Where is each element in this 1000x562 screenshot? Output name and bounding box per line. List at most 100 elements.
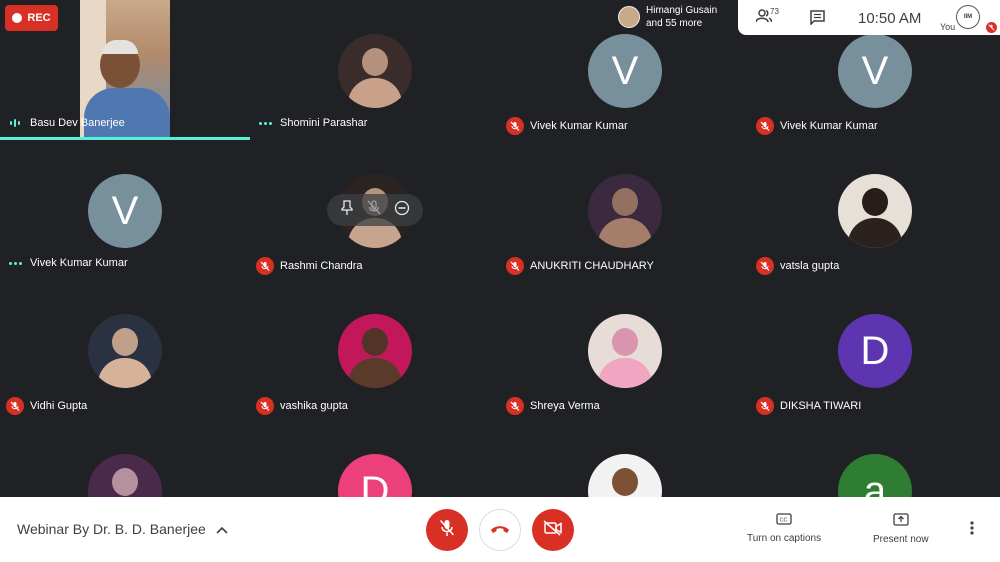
participant-label: Basu Dev Banerjee [6, 117, 125, 129]
participant-tile[interactable] [0, 420, 250, 497]
participant-tile[interactable]: Shomini Parashar [250, 0, 500, 140]
participant-tile[interactable]: vashika gupta [250, 280, 500, 420]
you-avatar[interactable]: IIM [956, 5, 980, 29]
meeting-details[interactable]: Webinar By Dr. B. D. Banerjee [17, 521, 228, 537]
hang-up-icon [490, 521, 510, 539]
you-avatar-text: IIM [963, 14, 973, 20]
remove-icon[interactable] [394, 200, 410, 221]
participant-initial-avatar: V [88, 174, 162, 248]
participant-label: Vivek Kumar Kumar [506, 117, 628, 135]
participant-tile[interactable]: D [250, 420, 500, 497]
participant-label: Vivek Kumar Kumar [6, 257, 128, 269]
speaking-indicator-icon [6, 119, 24, 127]
chat-icon[interactable] [810, 10, 825, 30]
svg-text:CC: CC [780, 518, 788, 524]
clock: 10:50 AM [858, 10, 922, 27]
participant-name: DIKSHA TIWARI [780, 400, 862, 412]
mic-off-icon [256, 257, 274, 275]
participant-initial-avatar: a [838, 454, 912, 497]
top-toolbar: 73 10:50 AM You IIM [738, 0, 1000, 35]
participant-photo-avatar [588, 174, 662, 248]
leave-call-button[interactable] [479, 509, 521, 551]
audio-indicator-icon [6, 261, 24, 265]
microphone-toggle-button[interactable] [426, 509, 468, 551]
bottom-bar: Webinar By Dr. B. D. Banerjee CC Turn on… [0, 497, 1000, 562]
participant-name: vashika gupta [280, 400, 348, 412]
participant-initial-avatar: D [838, 314, 912, 388]
participant-name: Shomini Parashar [280, 117, 368, 129]
participant-label: Vivek Kumar Kumar [756, 117, 878, 135]
participant-name: vatsla gupta [780, 260, 840, 272]
participant-photo-avatar [588, 454, 662, 497]
participant-name: ANUKRITI CHAUDHARY [530, 260, 654, 272]
presenter-chip[interactable]: Himangi Gusain and 55 more [613, 0, 738, 34]
participant-name: Vivek Kumar Kumar [530, 120, 628, 132]
avatar-letter: a [863, 468, 887, 498]
participant-tile[interactable]: V Vivek Kumar Kumar [0, 140, 250, 280]
participant-tile[interactable]: Shreya Verma [500, 280, 750, 420]
mic-off-icon [506, 257, 524, 275]
pin-icon[interactable] [340, 199, 354, 221]
participant-photo-avatar [88, 454, 162, 497]
avatar-letter: V [861, 48, 889, 93]
participant-label: Vidhi Gupta [6, 397, 87, 415]
recording-label: REC [27, 12, 51, 24]
participant-photo-avatar [838, 174, 912, 248]
camera-toggle-button[interactable] [532, 509, 574, 551]
participant-tile[interactable]: vatsla gupta [750, 140, 1000, 280]
participant-name: Vivek Kumar Kumar [30, 257, 128, 269]
chevron-up-icon[interactable] [216, 521, 228, 537]
participant-tile[interactable] [500, 420, 750, 497]
participant-label: Rashmi Chandra [256, 257, 363, 275]
participant-label: DIKSHA TIWARI [756, 397, 861, 415]
mic-off-icon [256, 397, 274, 415]
participant-label: ANUKRITI CHAUDHARY [506, 257, 654, 275]
participant-label: Shreya Verma [506, 397, 600, 415]
participant-label: vatsla gupta [756, 257, 839, 275]
camera-off-icon [543, 519, 563, 541]
participant-tile[interactable]: Vidhi Gupta [0, 280, 250, 420]
more-vert-icon[interactable] [970, 521, 974, 540]
avatar-letter: D [860, 328, 890, 373]
recording-dot-icon [12, 13, 23, 23]
participant-label: vashika gupta [256, 397, 348, 415]
participant-name: Rashmi Chandra [280, 260, 363, 272]
present-label: Present now [873, 534, 929, 545]
mic-off-icon [6, 397, 24, 415]
mic-off-icon [756, 397, 774, 415]
mic-off-icon [506, 117, 524, 135]
participant-photo-avatar [338, 34, 412, 108]
avatar-letter: D [360, 468, 390, 498]
recording-badge: REC [5, 5, 58, 31]
mic-off-icon [439, 519, 455, 542]
participant-initial-avatar: V [588, 34, 662, 108]
present-screen-icon [893, 513, 909, 529]
participant-label: Shomini Parashar [256, 117, 367, 129]
avatar-letter: V [111, 188, 139, 233]
participant-name: Basu Dev Banerjee [30, 117, 125, 129]
presenter-more: and 55 more [646, 18, 703, 29]
presenter-text: Himangi Gusain and 55 more [646, 4, 717, 30]
avatar-letter: V [611, 48, 639, 93]
meeting-title: Webinar By Dr. B. D. Banerjee [17, 521, 206, 537]
you-label: You [940, 22, 956, 32]
participant-photo-avatar [338, 314, 412, 388]
participant-initial-avatar: D [338, 454, 412, 497]
participant-name: Vivek Kumar Kumar [780, 120, 878, 132]
participant-photo-avatar [88, 314, 162, 388]
closed-captions-icon: CC [776, 513, 792, 528]
participant-tile[interactable]: ANUKRITI CHAUDHARY [500, 140, 750, 280]
captions-button[interactable]: CC Turn on captions [747, 513, 821, 544]
tile-hover-controls [327, 194, 423, 226]
mic-off-icon [756, 117, 774, 135]
present-now-button[interactable]: Present now [873, 513, 929, 545]
participant-tile[interactable]: D DIKSHA TIWARI [750, 280, 1000, 420]
mic-off-icon [506, 397, 524, 415]
participant-tile[interactable]: a [750, 420, 1000, 497]
you-mic-off-icon [986, 22, 997, 33]
presenter-name: Himangi Gusain [646, 5, 718, 16]
participant-name: Shreya Verma [530, 400, 600, 412]
mute-participant-icon[interactable] [367, 199, 381, 221]
captions-label: Turn on captions [747, 533, 822, 544]
participant-name: Vidhi Gupta [30, 400, 88, 412]
